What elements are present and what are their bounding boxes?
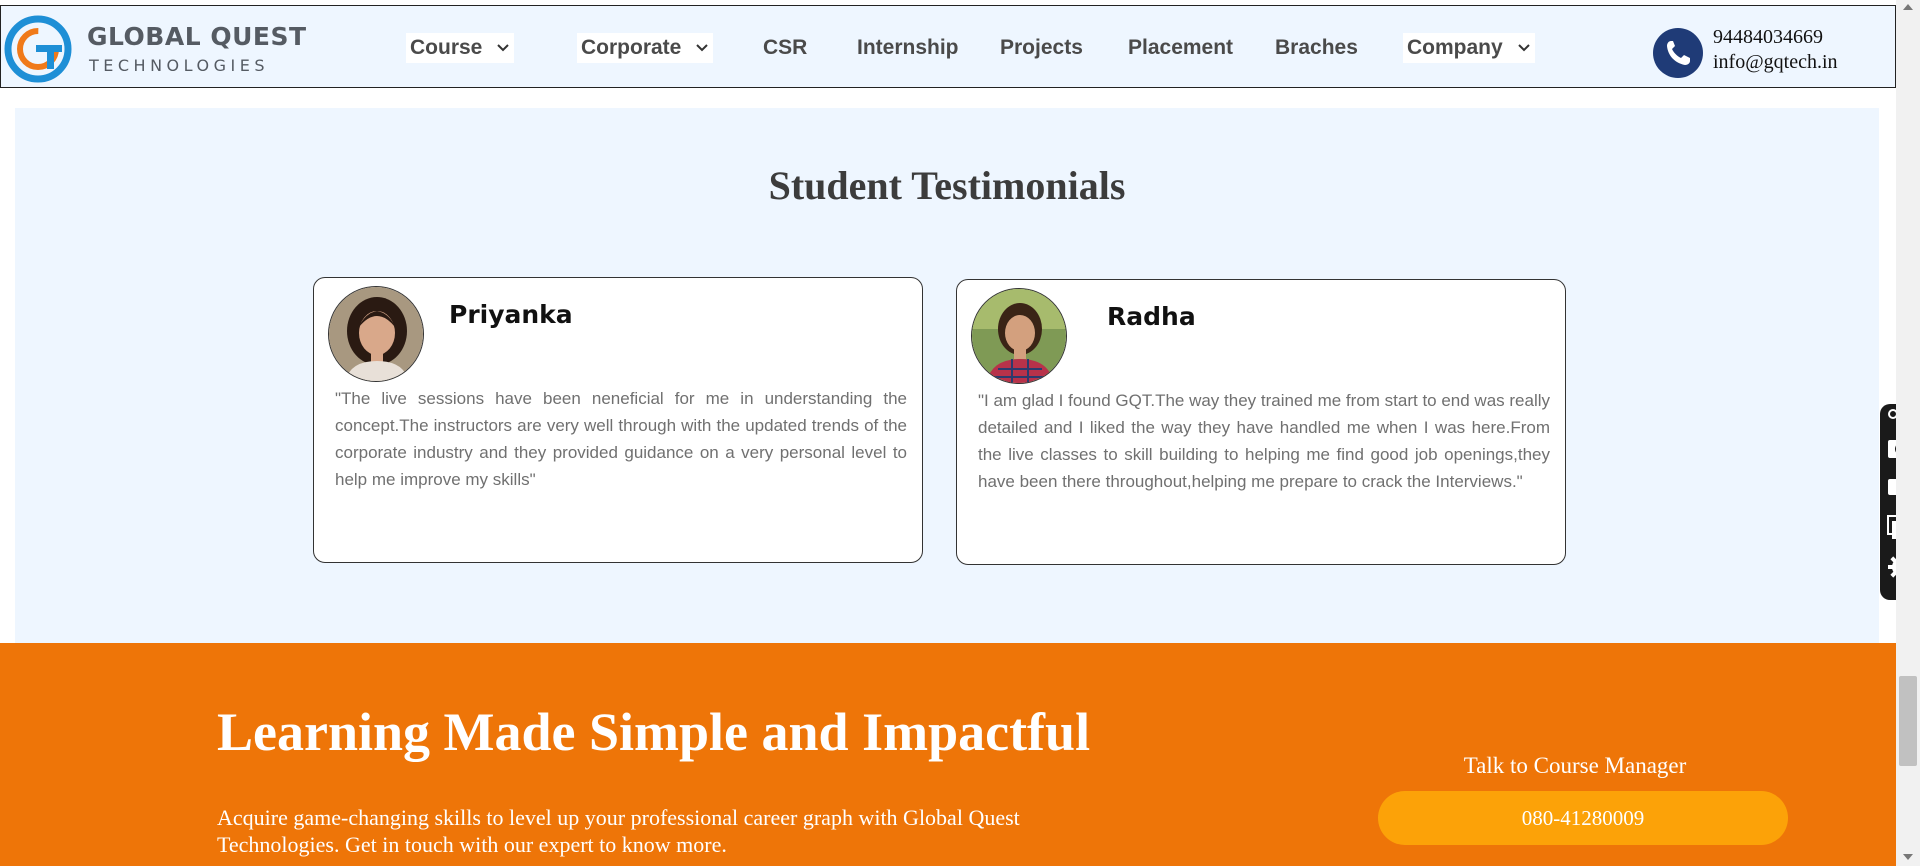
banner-title: Learning Made Simple and Impactful	[217, 702, 1091, 762]
nav-internship[interactable]: Internship	[853, 33, 963, 63]
logo-subtitle: TECHNOLOGIES	[89, 56, 269, 75]
testimonial-card-priyanka: Priyanka "The live sessions have been ne…	[313, 277, 923, 563]
testimonial-card-radha: Radha "I am glad I found GQT.The way the…	[956, 279, 1566, 565]
cta-banner: Learning Made Simple and Impactful Acqui…	[0, 643, 1896, 866]
nav-csr[interactable]: CSR	[759, 33, 811, 63]
testimonial-name: Radha	[1107, 302, 1196, 331]
testimonials-title: Student Testimonials	[768, 163, 1126, 208]
logo-title: GLOBAL QUEST	[87, 22, 307, 51]
gqt-logo-icon[interactable]	[3, 14, 73, 84]
contact-phone[interactable]: 94484034669	[1713, 26, 1823, 49]
testimonials-section: Student Testimonials Priyanka "The live …	[15, 108, 1879, 643]
testimonial-quote: "I am glad I found GQT.The way they trai…	[978, 391, 1551, 491]
banner-subtitle: Acquire game-changing skills to level up…	[217, 805, 1020, 857]
nav-braches[interactable]: Braches	[1271, 33, 1362, 63]
talk-label: Talk to Course Manager	[1463, 753, 1687, 778]
avatar	[328, 286, 424, 382]
testimonial-quote: "The live sessions have been neneficial …	[335, 389, 907, 489]
site-header: GLOBAL QUEST TECHNOLOGIES Course Corpora…	[0, 5, 1896, 88]
nav-company-label: Company	[1407, 36, 1503, 59]
scroll-thumb[interactable]	[1899, 676, 1917, 766]
nav-placement[interactable]: Placement	[1124, 33, 1237, 63]
scroll-down-arrow-icon[interactable]	[1903, 854, 1913, 860]
contact-email[interactable]: info@gqtech.in	[1713, 51, 1838, 74]
chevron-down-icon	[696, 44, 709, 52]
avatar	[971, 288, 1067, 384]
nav-projects[interactable]: Projects	[996, 33, 1087, 63]
testimonial-name: Priyanka	[449, 300, 573, 329]
chevron-down-icon	[1517, 44, 1530, 52]
nav-course-label: Course	[410, 36, 483, 59]
page-scrollbar[interactable]	[1896, 0, 1920, 866]
phone-icon[interactable]	[1653, 28, 1703, 78]
nav-course[interactable]: Course	[406, 33, 515, 63]
course-manager-phone-button[interactable]: 080-41280009	[1378, 791, 1788, 845]
nav-company[interactable]: Company	[1403, 33, 1535, 63]
scroll-up-arrow-icon[interactable]	[1903, 4, 1913, 10]
nav-corporate[interactable]: Corporate	[577, 33, 714, 63]
chevron-down-icon	[497, 44, 510, 52]
nav-corporate-label: Corporate	[581, 36, 682, 59]
